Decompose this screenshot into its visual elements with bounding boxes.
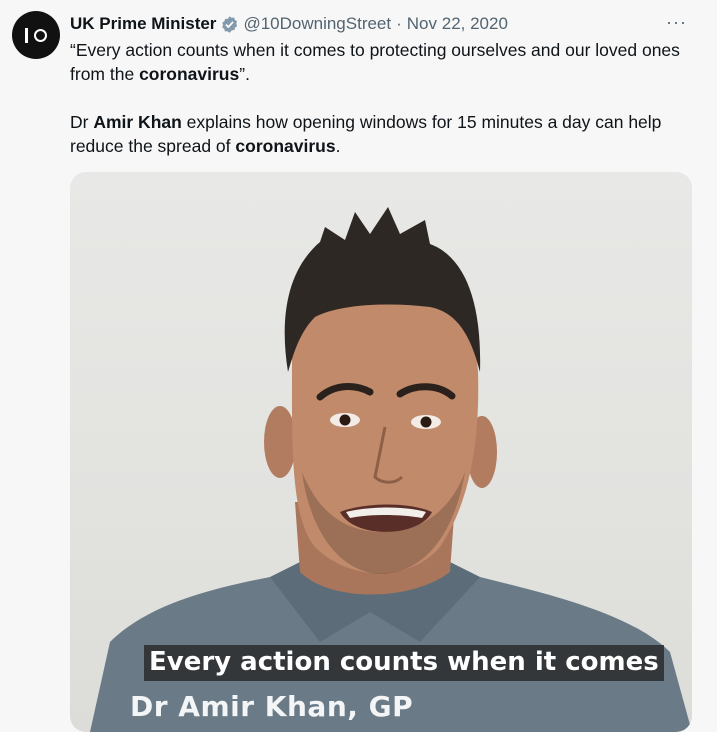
tweet-header: UK Prime Minister @10DowningStreet · Nov…: [70, 12, 697, 36]
tweet[interactable]: UK Prime Minister @10DowningStreet · Nov…: [0, 0, 717, 732]
number-10-logo-icon: [25, 27, 28, 43]
author-handle[interactable]: @10DowningStreet: [243, 14, 391, 34]
tweet-paragraph-2: Dr Amir Khan explains how opening window…: [70, 112, 662, 156]
avatar[interactable]: [12, 11, 60, 59]
video-subtitle: Every action counts when it comes: [144, 645, 664, 681]
hashtag-link-coronavirus-2[interactable]: coronavirus: [235, 136, 335, 156]
bold-name-amir-khan: Amir Khan: [93, 112, 182, 132]
verified-badge-icon[interactable]: [220, 15, 239, 34]
separator-dot: ·: [396, 14, 402, 33]
video-player[interactable]: Every action counts when it comes Dr Ami…: [70, 172, 692, 732]
tweet-text: “Every action counts when it comes to pr…: [70, 38, 700, 158]
author-name[interactable]: UK Prime Minister: [70, 14, 216, 34]
tweet-paragraph-1: “Every action counts when it comes to pr…: [70, 40, 680, 84]
hashtag-link-coronavirus[interactable]: coronavirus: [139, 64, 239, 84]
tweet-date[interactable]: Nov 22, 2020: [407, 14, 508, 34]
more-options-icon[interactable]: ···: [666, 12, 687, 33]
video-lower-third: Dr Amir Khan, GP: [130, 690, 414, 723]
